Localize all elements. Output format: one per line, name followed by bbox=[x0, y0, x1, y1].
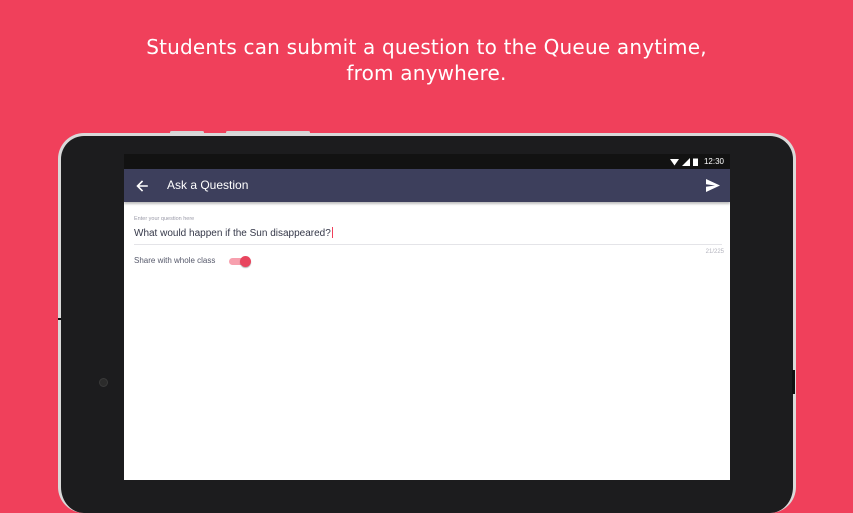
share-toggle-label: Share with whole class bbox=[134, 256, 216, 265]
tablet-left-edge bbox=[58, 318, 61, 320]
question-input-text[interactable]: What would happen if the Sun disappeared… bbox=[134, 228, 331, 239]
send-icon[interactable] bbox=[706, 179, 720, 192]
share-toggle[interactable] bbox=[229, 255, 251, 267]
character-counter: 21/225 bbox=[705, 249, 724, 255]
headline-line-1: Students can submit a question to the Qu… bbox=[146, 35, 707, 59]
headline: Students can submit a question to the Qu… bbox=[0, 34, 853, 86]
question-input-underline bbox=[134, 244, 722, 245]
question-input[interactable]: What would happen if the Sun disappeared… bbox=[134, 227, 333, 239]
arrow-left-icon[interactable] bbox=[134, 178, 150, 194]
text-cursor bbox=[331, 227, 333, 238]
battery-icon bbox=[692, 158, 698, 166]
wifi-icon bbox=[669, 158, 679, 165]
page-title: Ask a Question bbox=[167, 178, 249, 192]
tablet-right-button bbox=[792, 370, 795, 394]
status-bar: 12:30 bbox=[124, 154, 730, 169]
app-bar: Ask a Question bbox=[124, 169, 730, 202]
question-field-label: Enter your question here bbox=[134, 216, 195, 222]
status-time: 12:30 bbox=[703, 157, 724, 166]
share-toggle-knob[interactable] bbox=[240, 256, 251, 267]
device-screen: 12:30 Ask a Question Enter your question… bbox=[124, 154, 730, 480]
headline-line-2: from anywhere. bbox=[346, 61, 507, 85]
signal-icon bbox=[681, 157, 690, 166]
tablet-camera bbox=[99, 378, 108, 387]
